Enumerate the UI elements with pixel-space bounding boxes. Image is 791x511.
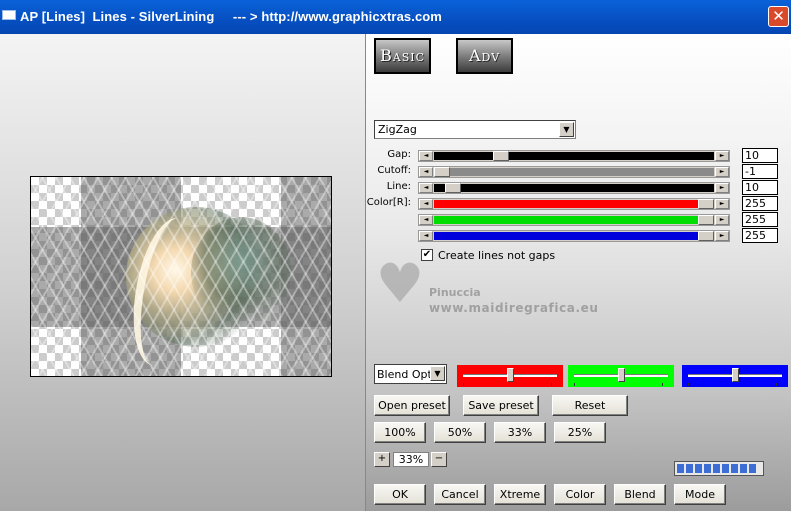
slider-fill [434,232,714,240]
ok-button[interactable]: OK [374,484,426,505]
progress-segment [704,464,711,473]
slider-thumb[interactable] [445,183,461,193]
slider-thumb[interactable] [434,167,450,177]
slider-track[interactable]: ◄ ► [418,230,730,242]
zoom-25-button[interactable]: 25% [554,422,606,443]
window-title: AP [Lines] Lines - SilverLining --- > ht… [20,9,442,24]
title-bar: AP [Lines] Lines - SilverLining --- > ht… [0,0,791,34]
color-slider-tick [551,383,552,386]
color-slider-knob[interactable] [507,368,514,382]
zoom-50-button[interactable]: 50% [434,422,486,443]
chevron-down-icon[interactable]: ▼ [430,366,445,381]
slider-label: Cutoff: [377,165,411,176]
close-button[interactable]: ✕ [768,6,789,27]
open-preset-button[interactable]: Open preset [374,395,450,416]
color-slider-tick [463,383,464,386]
slider-track[interactable]: ◄ ► [418,214,730,226]
progress-segment [677,464,684,473]
color-slider-knob[interactable] [732,368,739,382]
effect-type-value: ZigZag [378,123,417,136]
basic-tab-button[interactable]: Basic [374,38,431,74]
color-slider-2[interactable] [568,365,674,387]
progress-segment [749,464,756,473]
arrow-left-icon[interactable]: ◄ [419,167,433,177]
watermark-url: www.maidiregrafica.eu [429,301,599,315]
slider-value-field[interactable]: 255 [742,212,778,227]
slider-value-field[interactable]: -1 [742,164,778,179]
arrow-right-icon[interactable]: ► [715,199,729,209]
color-slider-tick [662,383,663,386]
progress-segment [722,464,729,473]
arrow-right-icon[interactable]: ► [715,183,729,193]
progress-segment [713,464,720,473]
color-slider-3[interactable] [682,365,788,387]
heart-icon: ♥ [375,252,425,315]
zoom-out-button[interactable]: − [431,452,447,467]
slider-fill [434,152,714,160]
slider-thumb[interactable] [698,199,714,209]
slider-track[interactable]: ◄ ► [418,166,730,178]
slider-value-field[interactable]: 10 [742,148,778,163]
slider-track[interactable]: ◄ ► [418,150,730,162]
window-icon [2,10,16,20]
arrow-left-icon[interactable]: ◄ [419,183,433,193]
arrow-left-icon[interactable]: ◄ [419,199,433,209]
arrow-right-icon[interactable]: ► [715,151,729,161]
progress-segment [731,464,738,473]
slider-value-field[interactable]: 255 [742,228,778,243]
zoom-100-button[interactable]: 100% [374,422,426,443]
preview-pane [0,34,365,511]
progress-segment [695,464,702,473]
zoom-in-button[interactable]: + [374,452,390,467]
color-slider-knob[interactable] [618,368,625,382]
effect-type-dropdown[interactable]: ZigZag ▼ [374,120,576,139]
arrow-right-icon[interactable]: ► [715,215,729,225]
slider-fill [434,184,714,192]
slider-fill [434,216,714,224]
blend-options-select[interactable]: Blend Options ▼ [374,364,447,384]
slider-thumb[interactable] [493,151,509,161]
blend-options-value: Blend Options [377,368,431,381]
color-button[interactable]: Color [554,484,606,505]
color-slider-1[interactable] [457,365,563,387]
slider-fill [434,200,714,208]
preview-image[interactable] [30,176,332,377]
watermark: ♥ Pinuccia www.maidiregrafica.eu [374,252,614,328]
progress-bar [674,461,764,476]
zoom-33-button[interactable]: 33% [494,422,546,443]
arrow-right-icon[interactable]: ► [715,231,729,241]
adv-tab-button[interactable]: Adv [456,38,513,74]
save-preset-button[interactable]: Save preset [463,395,539,416]
slider-label: Color[R]: [366,197,411,208]
slider-fill [434,168,714,176]
color-slider-tick [574,383,575,386]
arrow-left-icon[interactable]: ◄ [419,231,433,241]
zigzag-pattern [31,177,331,376]
slider-thumb[interactable] [698,215,714,225]
slider-label: Line: [386,181,411,192]
cancel-button[interactable]: Cancel [434,484,486,505]
mode-button[interactable]: Mode [674,484,726,505]
slider-thumb[interactable] [698,231,714,241]
blend-button[interactable]: Blend [614,484,666,505]
zoom-level-field[interactable]: 33% [393,452,429,467]
slider-value-field[interactable]: 255 [742,196,778,211]
color-slider-tick [688,383,689,386]
progress-segment [740,464,747,473]
slider-track[interactable]: ◄ ► [418,198,730,210]
chevron-down-icon[interactable]: ▼ [559,122,574,137]
arrow-left-icon[interactable]: ◄ [419,215,433,225]
slider-value-field[interactable]: 10 [742,180,778,195]
slider-track[interactable]: ◄ ► [418,182,730,194]
progress-segment [686,464,693,473]
arrow-left-icon[interactable]: ◄ [419,151,433,161]
color-slider-tick [776,383,777,386]
watermark-name: Pinuccia [429,286,481,299]
controls-pane: Basic Adv ZigZag ▼ Gap: ◄ ► 10 Cutoff: ◄ ► -1 Li… [365,34,791,511]
arrow-right-icon[interactable]: ► [715,167,729,177]
xtreme-button[interactable]: Xtreme [494,484,546,505]
reset-button[interactable]: Reset [552,395,628,416]
slider-label: Gap: [387,149,411,160]
